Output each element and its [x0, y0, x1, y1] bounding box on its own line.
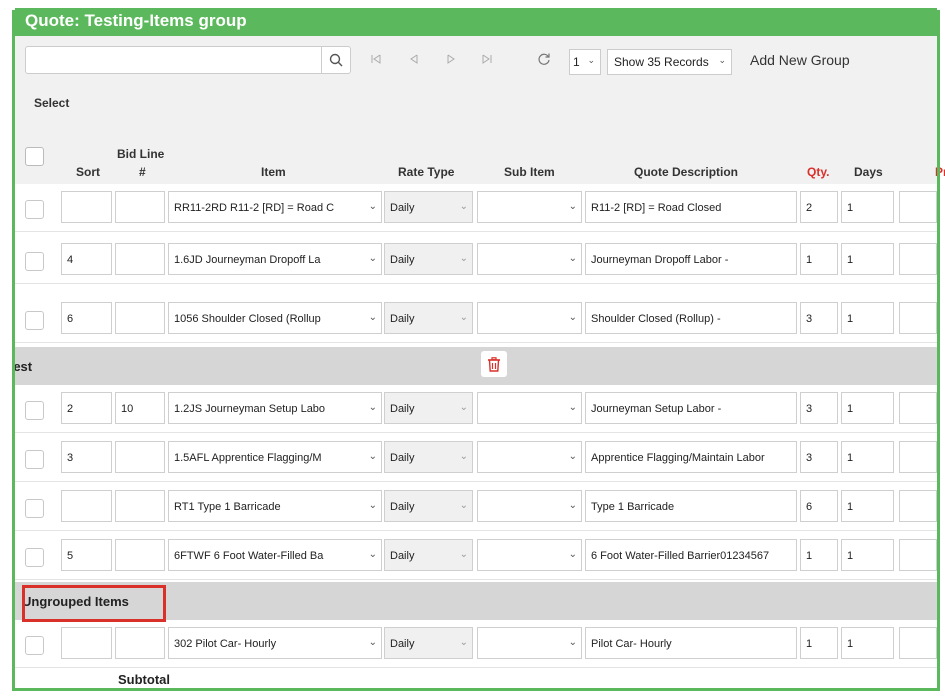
outer-frame	[12, 10, 940, 691]
